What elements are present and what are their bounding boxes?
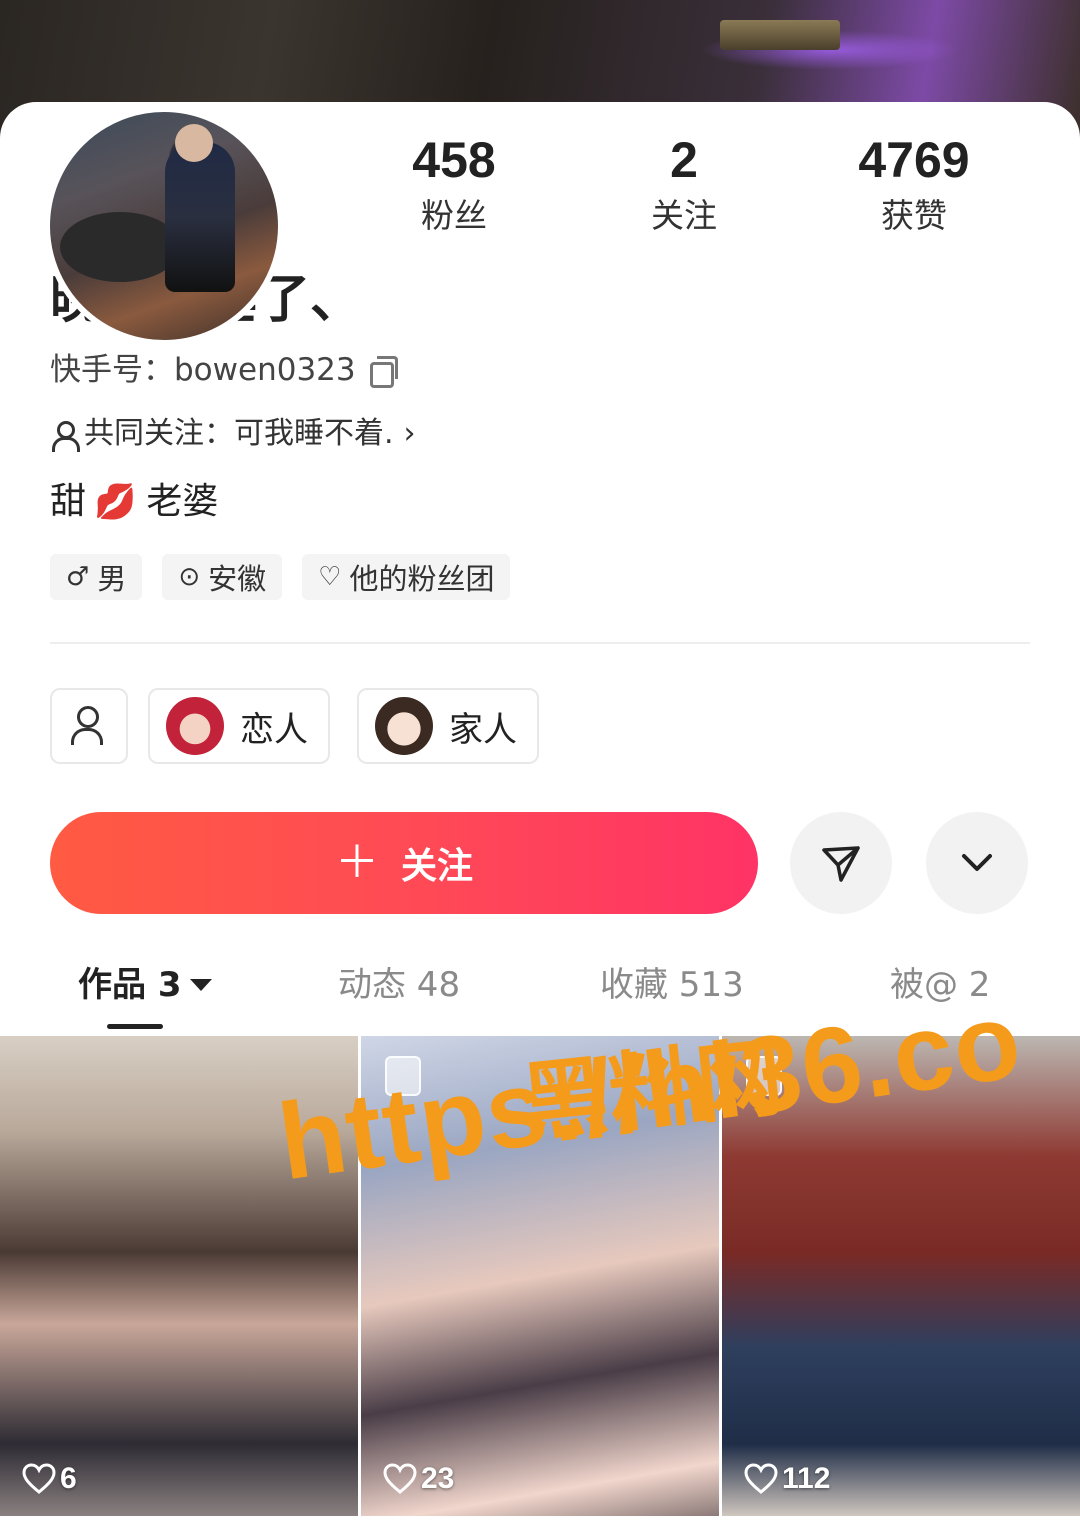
follow-button-label: 关注 [400, 846, 473, 887]
plus-icon: ＋ [334, 837, 379, 888]
stat-likes-label: 获赞 [881, 196, 947, 235]
tag-fan-club-label: 他的粉丝团 [349, 562, 495, 596]
mutual-follow-row[interactable]: 共同关注：可我睡不着. › [50, 414, 416, 454]
like-count-value: 23 [421, 1462, 455, 1495]
stat-fans-label: 粉丝 [421, 196, 487, 235]
mutual-follow-text: 共同关注：可我睡不着. [84, 416, 394, 451]
image-post-icon [385, 1056, 421, 1096]
tag-gender-label: 男 [97, 562, 127, 596]
like-count-value: 6 [60, 1462, 77, 1495]
bio-suffix: 老婆 [146, 481, 219, 522]
chevron-right-icon: › [403, 416, 416, 451]
tab-moments-label: 动态 48 [338, 965, 461, 1005]
male-icon: ♂ [66, 562, 90, 592]
tag-gender: ♂ 男 [50, 554, 143, 600]
lover-avatar [166, 697, 224, 755]
share-button[interactable] [790, 812, 892, 914]
family-avatar [375, 697, 433, 755]
relation-family-label: 家人 [449, 709, 517, 750]
chevron-down-icon [962, 854, 992, 871]
avatar[interactable] [44, 106, 284, 346]
fan-club-icon: ♡ [318, 562, 342, 592]
tab-moments[interactable]: 动态 48 [338, 960, 460, 1010]
tag-location-label: 安徽 [208, 562, 267, 596]
bio: 甜 💋 老婆 [50, 478, 218, 526]
kiss-emoji-icon: 💋 [94, 482, 137, 522]
post-grid: 6 23 112 [0, 1036, 1080, 1522]
tag-fan-club[interactable]: ♡ 他的粉丝团 [302, 554, 511, 600]
profile-tags: ♂ 男 ⊙ 安徽 ♡ 他的粉丝团 [50, 554, 511, 600]
tab-works-label: 作品 3 [78, 965, 182, 1005]
tab-favorites-label: 收藏 513 [600, 965, 744, 1005]
relation-family[interactable]: 家人 [357, 688, 539, 764]
bio-prefix: 甜 [50, 481, 87, 522]
stat-following-value: 2 [670, 132, 698, 188]
stat-fans[interactable]: 458 粉丝 [354, 132, 554, 236]
stat-following[interactable]: 2 关注 [584, 132, 784, 236]
relation-lover-label: 恋人 [240, 709, 308, 750]
kuaishou-id-row: 快手号：bowen0323 [50, 350, 398, 390]
content-tabs: 作品 3 动态 48 收藏 513 被@ 2 [0, 960, 1080, 1030]
heart-icon [383, 1463, 417, 1494]
post-thumbnail[interactable]: 23 [361, 1036, 719, 1516]
tag-location: ⊙ 安徽 [162, 554, 283, 600]
like-count: 112 [744, 1462, 830, 1496]
person-icon [50, 419, 80, 452]
location-icon: ⊙ [178, 562, 201, 592]
post-thumbnail[interactable]: 112 [722, 1036, 1080, 1516]
divider [50, 642, 1030, 644]
copy-icon[interactable] [369, 356, 398, 388]
stat-likes[interactable]: 4769 获赞 [814, 132, 1014, 236]
heart-icon [744, 1463, 778, 1494]
stat-following-label: 关注 [651, 196, 717, 235]
image-post-icon [746, 1056, 782, 1096]
stat-likes-value: 4769 [858, 132, 970, 188]
add-person-icon [71, 706, 107, 746]
kuaishou-id: 快手号：bowen0323 [50, 352, 356, 388]
cover-dashboard-detail [720, 20, 840, 50]
caret-down-icon [189, 979, 212, 991]
stat-fans-value: 458 [412, 132, 496, 188]
tab-favorites[interactable]: 收藏 513 [600, 960, 744, 1010]
follow-button[interactable]: ＋ 关注 [50, 812, 758, 914]
like-count: 6 [22, 1462, 77, 1496]
avatar-figure [165, 142, 235, 292]
add-relation-button[interactable] [50, 688, 128, 764]
tab-mentioned-label: 被@ 2 [890, 965, 991, 1005]
avatar-table [60, 212, 180, 282]
tab-works[interactable]: 作品 3 [78, 960, 212, 1010]
send-icon [822, 846, 860, 882]
active-tab-indicator [107, 1024, 163, 1029]
more-button[interactable] [926, 812, 1028, 914]
like-count: 23 [383, 1462, 454, 1496]
relation-lover[interactable]: 恋人 [148, 688, 330, 764]
heart-icon [22, 1463, 56, 1494]
tab-mentioned[interactable]: 被@ 2 [890, 960, 990, 1010]
like-count-value: 112 [782, 1462, 831, 1495]
avatar-head [175, 124, 213, 162]
post-thumbnail[interactable]: 6 [0, 1036, 358, 1516]
